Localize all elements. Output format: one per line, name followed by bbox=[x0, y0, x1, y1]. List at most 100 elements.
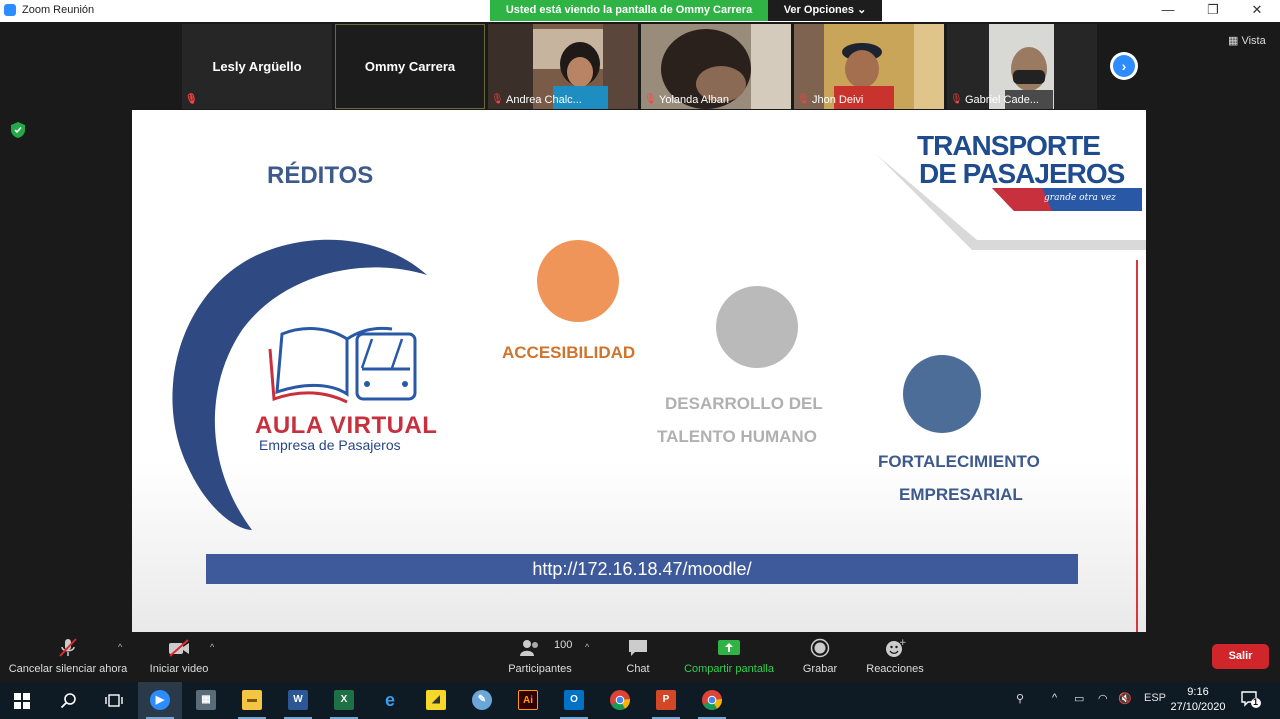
participant-name: Yolanda Alban bbox=[659, 94, 729, 106]
aula-virtual-logo-icon bbox=[268, 326, 417, 404]
window-title: Zoom Reunión bbox=[22, 4, 95, 16]
orange-bullet-circle bbox=[537, 240, 619, 322]
zoom-icon: ▶ bbox=[150, 690, 170, 710]
word-icon: W bbox=[288, 690, 308, 710]
slide-heading: RÉDITOS bbox=[267, 162, 374, 189]
logo-title: AULA VIRTUAL bbox=[255, 412, 438, 439]
chat-button[interactable]: Chat bbox=[612, 632, 664, 682]
shield-icon[interactable] bbox=[11, 122, 25, 138]
blue-bullet-circle bbox=[903, 355, 981, 433]
participant-name: Andrea Chalc... bbox=[506, 94, 582, 106]
taskbar-paint[interactable]: ✎ bbox=[460, 682, 504, 719]
task-view-button[interactable] bbox=[92, 682, 136, 719]
people-icon[interactable]: ⚲ bbox=[1016, 692, 1024, 705]
item-business-line2: EMPRESARIAL bbox=[899, 485, 1023, 504]
gallery-view-toggle[interactable]: ▦ Vista bbox=[1228, 34, 1266, 47]
muted-mic-icon bbox=[59, 638, 77, 657]
item-talent-line2: TALENTO HUMANO bbox=[657, 427, 817, 446]
unmute-button[interactable]: Cancelar silenciar ahora bbox=[4, 632, 132, 682]
search-icon bbox=[60, 693, 76, 709]
share-screen-button[interactable]: Compartir pantalla bbox=[678, 632, 780, 682]
participants-button[interactable]: 100 Participantes bbox=[500, 632, 580, 682]
muted-mic-icon: 🎙 bbox=[644, 94, 657, 105]
restore-button[interactable]: ❐ bbox=[1191, 0, 1235, 22]
unmute-label: Cancelar silenciar ahora bbox=[8, 663, 128, 675]
taskbar-powerpoint[interactable]: P bbox=[644, 682, 688, 719]
decorative-red-line bbox=[1136, 260, 1138, 632]
record-label: Grabar bbox=[802, 663, 838, 675]
taskbar-outlook[interactable]: O bbox=[552, 682, 596, 719]
reactions-button[interactable]: + Reacciones bbox=[862, 632, 928, 682]
participant-name: Lesly Argüello bbox=[212, 59, 302, 74]
show-hidden-icons[interactable]: ^ bbox=[1052, 692, 1057, 704]
logo-subtitle: Empresa de Pasajeros bbox=[259, 437, 401, 453]
taskbar-calculator[interactable]: ▦ bbox=[184, 682, 228, 719]
taskbar-chrome-2[interactable] bbox=[690, 682, 734, 719]
screen-share-banner: Usted está viendo la pantalla de Ommy Ca… bbox=[490, 0, 768, 21]
taskbar-illustrator[interactable]: Ai bbox=[506, 682, 550, 719]
participant-tile-active[interactable]: Ommy Carrera bbox=[335, 24, 485, 109]
edge-icon: e bbox=[380, 690, 400, 710]
muted-mic-icon: 🎙 bbox=[185, 94, 198, 105]
participants-label: Participantes bbox=[508, 663, 572, 675]
chevron-right-icon: › bbox=[1113, 55, 1135, 77]
share-screen-label: Compartir pantalla bbox=[684, 663, 774, 675]
notifications-icon bbox=[1241, 691, 1261, 708]
calculator-icon: ▦ bbox=[196, 690, 216, 710]
taskbar-chrome[interactable] bbox=[598, 682, 642, 719]
taskbar-sticky-notes[interactable]: ◢ bbox=[414, 682, 458, 719]
start-video-button[interactable]: Iniciar video bbox=[140, 632, 218, 682]
taskbar-file-explorer[interactable]: ▬ bbox=[230, 682, 274, 719]
item-business-line1: FORTALECIMIENTO bbox=[878, 452, 1040, 471]
shared-screen-slide: TRANSPORTE DE PASAJEROS grande otra vez … bbox=[132, 110, 1146, 632]
leave-meeting-button[interactable]: Salir bbox=[1212, 644, 1269, 669]
participant-tile[interactable]: Lesly Argüello 🎙 bbox=[182, 24, 332, 109]
clock[interactable]: 9:16 27/10/2020 bbox=[1168, 685, 1228, 715]
chat-icon bbox=[629, 640, 647, 656]
next-page-button[interactable]: › bbox=[1110, 52, 1138, 80]
sticky-notes-icon: ◢ bbox=[426, 690, 446, 710]
taskbar-word[interactable]: W bbox=[276, 682, 320, 719]
task-view-icon bbox=[105, 694, 123, 707]
windows-start-button[interactable] bbox=[0, 682, 44, 719]
reactions-icon: + bbox=[886, 638, 906, 657]
participant-tile[interactable]: 🎙 Gabriel Cade... bbox=[947, 24, 1097, 109]
chrome-icon bbox=[610, 690, 630, 710]
participant-name: Gabriel Cade... bbox=[965, 94, 1039, 106]
taskbar-zoom[interactable]: ▶ bbox=[138, 682, 182, 719]
illustrator-icon: Ai bbox=[518, 690, 538, 710]
outlook-icon: O bbox=[564, 690, 584, 710]
taskbar-edge[interactable]: e bbox=[368, 682, 412, 719]
close-window-button[interactable]: ✕ bbox=[1235, 0, 1279, 22]
brand-title-line2: DE PASAJEROS bbox=[919, 158, 1125, 189]
volume-muted-icon[interactable]: 🔇 bbox=[1118, 692, 1132, 705]
share-screen-icon bbox=[718, 640, 740, 655]
video-off-icon bbox=[169, 639, 189, 657]
participant-tile[interactable]: 🎙 Yolanda Alban bbox=[641, 24, 791, 109]
svg-text:+: + bbox=[899, 638, 906, 648]
action-center-button[interactable]: 1 bbox=[1240, 690, 1262, 710]
gray-bullet-circle bbox=[716, 286, 798, 368]
participant-tile[interactable]: 🎙 Jhon Deivi bbox=[794, 24, 944, 109]
record-button[interactable]: Grabar bbox=[794, 632, 846, 682]
wifi-icon[interactable]: ◠ bbox=[1098, 692, 1108, 705]
excel-icon: X bbox=[334, 690, 354, 710]
zoom-app-icon bbox=[4, 4, 16, 16]
video-options-caret[interactable]: ^ bbox=[210, 642, 214, 652]
clock-time: 9:16 bbox=[1187, 686, 1209, 698]
taskbar-search-button[interactable] bbox=[46, 682, 90, 719]
view-options-button[interactable]: Ver Opciones ⌄ bbox=[768, 0, 882, 21]
view-label: Vista bbox=[1241, 35, 1266, 47]
clock-date: 27/10/2020 bbox=[1170, 701, 1226, 713]
input-language[interactable]: ESP bbox=[1144, 692, 1166, 704]
participants-options-caret[interactable]: ^ bbox=[585, 642, 589, 652]
paint-icon: ✎ bbox=[472, 690, 492, 710]
audio-options-caret[interactable]: ^ bbox=[118, 642, 122, 652]
taskbar-excel[interactable]: X bbox=[322, 682, 366, 719]
minimize-button[interactable]: — bbox=[1146, 0, 1190, 22]
participant-tile[interactable]: 🎙 Andrea Chalc... bbox=[488, 24, 638, 109]
chrome-icon bbox=[702, 690, 722, 710]
grid-icon: ▦ bbox=[1228, 35, 1242, 47]
windows-logo-icon bbox=[14, 693, 30, 709]
battery-icon[interactable]: ▭ bbox=[1074, 692, 1084, 705]
